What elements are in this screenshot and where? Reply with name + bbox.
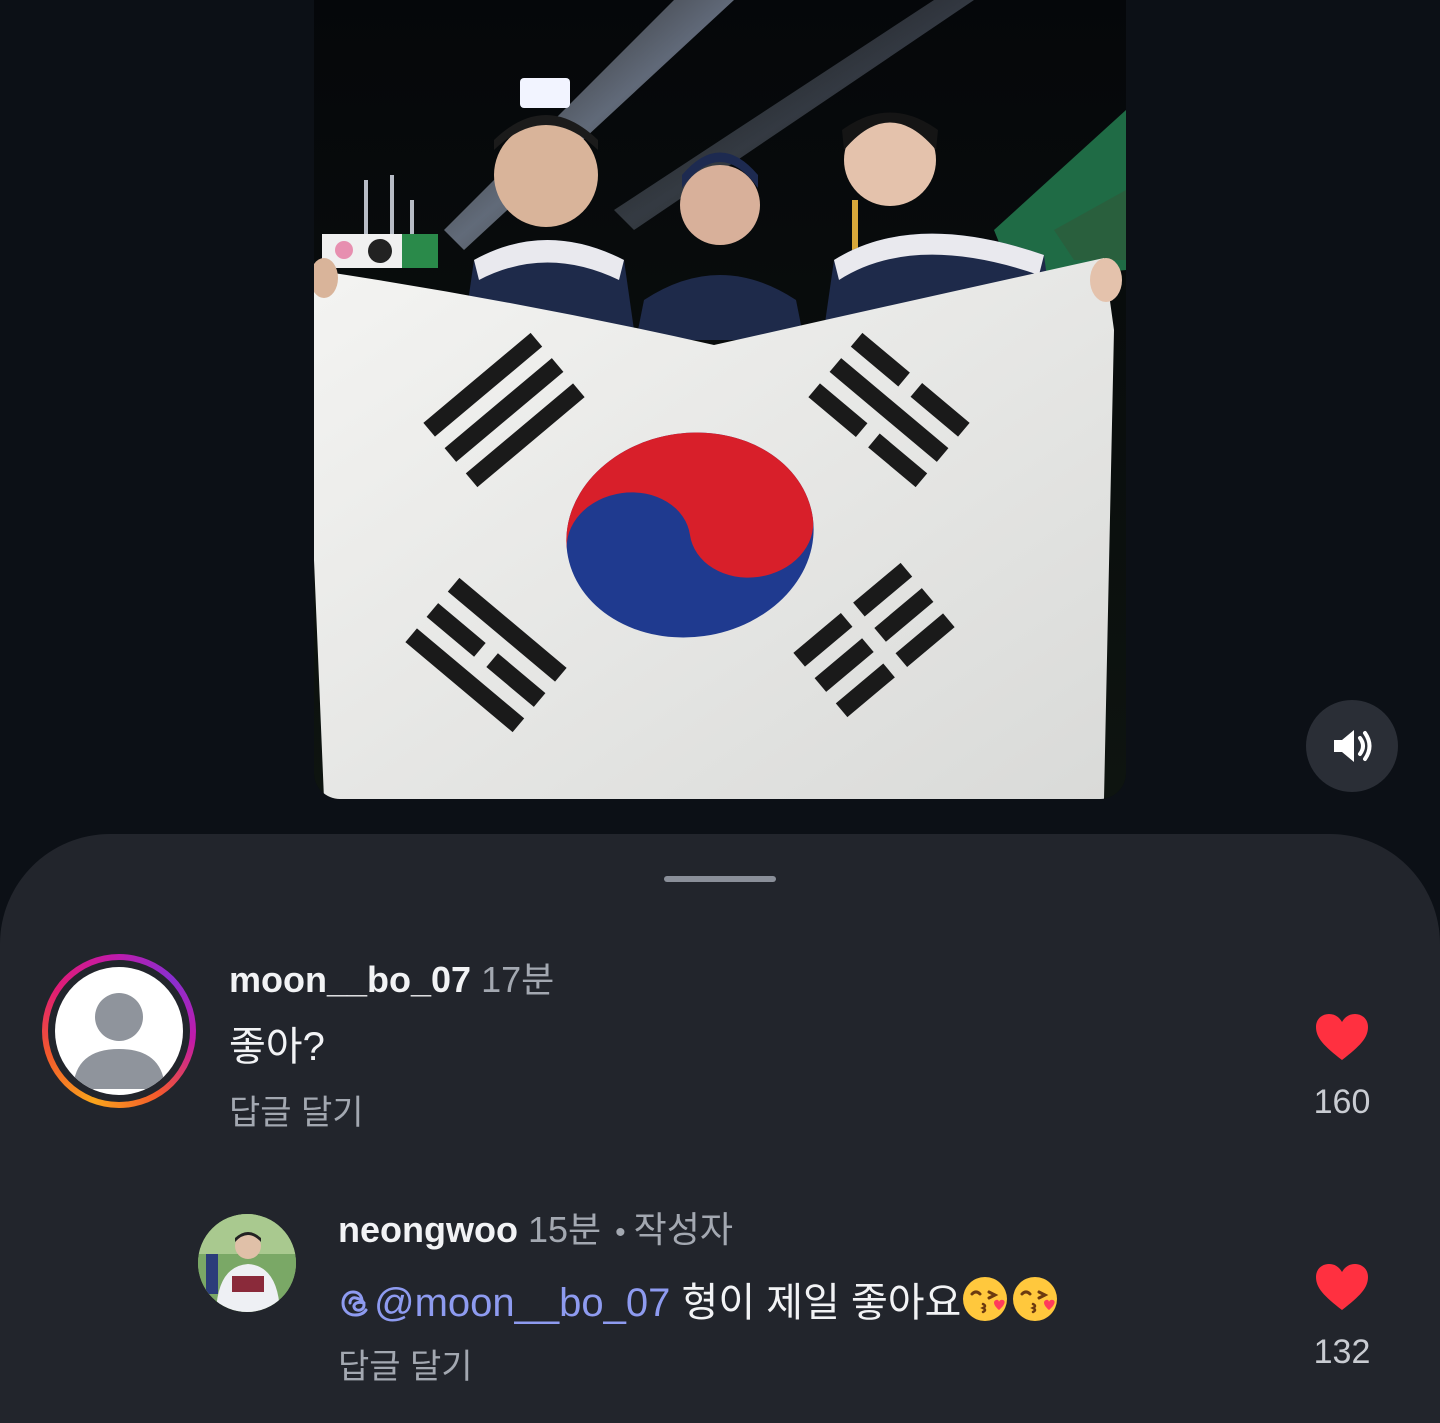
- speaker-icon: [1334, 730, 1372, 762]
- mention-link[interactable]: @moon__bo_07: [338, 1281, 670, 1325]
- comment-username[interactable]: moon__bo_07: [229, 959, 471, 1000]
- comment-text: 좋아?: [229, 1025, 325, 1069]
- story-ring-avatar[interactable]: [42, 954, 196, 1108]
- comment-username[interactable]: neongwoo: [338, 1209, 518, 1250]
- author-badge: 작성자: [633, 1209, 734, 1250]
- comments-sheet: moon__bo_07 17분 좋아? 답글 달기 160 neongwoo 1…: [0, 834, 1440, 1423]
- comment-text-line: @moon__bo_07 형이 제일 좋아요: [338, 1274, 1061, 1328]
- comment-like: 132: [1297, 1262, 1387, 1372]
- screen: moon__bo_07 17분 좋아? 답글 달기 160 neongwoo 1…: [0, 0, 1440, 1423]
- like-count: 132: [1313, 1333, 1371, 1371]
- profile-avatar[interactable]: [198, 1214, 296, 1312]
- face-blowing-kiss-icon: [963, 1277, 1008, 1321]
- separator-dot: •: [615, 1216, 626, 1249]
- comment-text: 형이 제일 좋아요: [681, 1281, 962, 1325]
- heart-icon[interactable]: [1314, 1012, 1370, 1062]
- face-blowing-kiss-icon: [1013, 1277, 1058, 1321]
- comment-time: 17분: [481, 959, 555, 1000]
- sheet-drag-handle[interactable]: [664, 876, 776, 882]
- reply-button[interactable]: 답글 달기: [229, 1092, 364, 1134]
- mention-text: @moon__bo_07: [374, 1281, 671, 1325]
- like-count: 160: [1313, 1083, 1371, 1121]
- threads-icon: [341, 1290, 368, 1317]
- comment-time: 15분: [527, 1209, 602, 1250]
- sound-toggle-button[interactable]: [1306, 700, 1398, 792]
- reply-button[interactable]: 답글 달기: [338, 1346, 473, 1388]
- post-photo[interactable]: [314, 0, 1126, 799]
- heart-icon[interactable]: [1314, 1262, 1370, 1312]
- comment-like: 160: [1297, 1012, 1387, 1122]
- default-avatar-icon: [55, 967, 183, 1095]
